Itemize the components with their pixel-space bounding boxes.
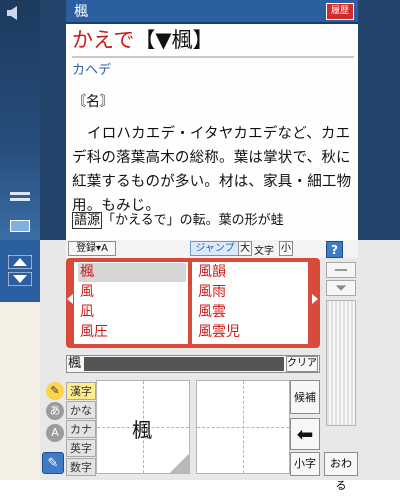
- left-pad: [0, 302, 40, 480]
- finish-button[interactable]: おわる: [324, 452, 358, 492]
- candidate-button[interactable]: 候補: [290, 380, 320, 414]
- menu-lines-icon: [10, 198, 30, 201]
- input-cursor-fill: [84, 357, 284, 371]
- scroll-strip: [0, 240, 40, 302]
- memory-icon[interactable]: [10, 220, 30, 232]
- left-strip: [0, 0, 40, 240]
- entry-title-kanji: 【▼楓】: [134, 28, 214, 52]
- candidate-item[interactable]: 風: [80, 282, 184, 302]
- entry-title: かえで【▼楓】: [72, 26, 214, 54]
- mode-kanji-button[interactable]: 漢字: [66, 382, 96, 400]
- pen-icon[interactable]: ✎: [46, 382, 64, 400]
- scroll-down-icon[interactable]: [8, 272, 32, 286]
- scroll-down-icon[interactable]: [326, 280, 356, 296]
- etymology-text: 「かえるで」の転。葉の形が蛙: [102, 213, 284, 228]
- handwriting-pad-right[interactable]: [196, 380, 290, 474]
- mode-hiragana-button[interactable]: かな: [66, 401, 96, 419]
- search-input-text: 楓: [68, 356, 82, 371]
- kana-mode-icon[interactable]: あ: [46, 402, 64, 420]
- large-text-button[interactable]: 大: [238, 241, 252, 256]
- register-button[interactable]: 登録▾A: [68, 241, 116, 256]
- candidate-prev-icon[interactable]: [67, 294, 73, 304]
- alpha-mode-icon[interactable]: A: [46, 424, 64, 442]
- part-of-speech: 〘名〙: [72, 94, 114, 110]
- mode-alphabet-button[interactable]: 英字: [66, 439, 96, 457]
- help-button[interactable]: ?: [326, 241, 343, 258]
- scroll-up-icon[interactable]: [8, 255, 32, 269]
- header-headword: 楓: [74, 4, 88, 20]
- text-size-label: 文字: [254, 246, 274, 257]
- scroll-up-icon[interactable]: [326, 262, 356, 278]
- candidate-item[interactable]: 楓: [80, 262, 184, 282]
- candidate-next-icon[interactable]: [312, 294, 318, 304]
- history-button[interactable]: 履歴: [326, 3, 354, 20]
- candidate-item[interactable]: 風韻: [198, 262, 302, 282]
- entry-title-kana: かえで: [72, 28, 135, 52]
- entry-header-bar: [66, 0, 358, 24]
- small-text-button[interactable]: 小: [279, 241, 293, 256]
- jump-button[interactable]: ジャンプ: [190, 241, 240, 256]
- candidate-item[interactable]: 風雲: [198, 302, 302, 322]
- candidate-item[interactable]: 凪: [80, 302, 184, 322]
- candidate-item[interactable]: 風雲児: [198, 322, 302, 342]
- speaker-icon[interactable]: [6, 6, 22, 20]
- backspace-button[interactable]: ⬅: [290, 418, 320, 450]
- tools-icon[interactable]: ✎: [42, 452, 64, 474]
- mode-number-button[interactable]: 数字: [66, 458, 96, 476]
- clear-button[interactable]: クリア: [286, 356, 318, 372]
- candidate-item[interactable]: 風圧: [80, 322, 184, 342]
- etymology-line: 語源 「かえるで」の転。葉の形が蛙: [72, 210, 356, 236]
- divider: [72, 56, 354, 58]
- etymology-tag: 語源: [72, 212, 103, 229]
- handwritten-char: 楓: [132, 418, 152, 442]
- definition-text: イロハカエデ・イタヤカエデなど、カエデ科の落葉高木の総称。葉は掌状で、秋に紅葉す…: [72, 126, 352, 214]
- historical-kana: カヘデ: [72, 63, 112, 78]
- candidate-item[interactable]: 風雨: [198, 282, 302, 302]
- page-curl-icon[interactable]: [170, 453, 190, 473]
- mode-katakana-button[interactable]: カナ: [66, 420, 96, 438]
- small-char-button[interactable]: 小字: [290, 452, 320, 476]
- menu-lines-icon[interactable]: [10, 192, 30, 195]
- scrollbar-track[interactable]: [326, 300, 356, 426]
